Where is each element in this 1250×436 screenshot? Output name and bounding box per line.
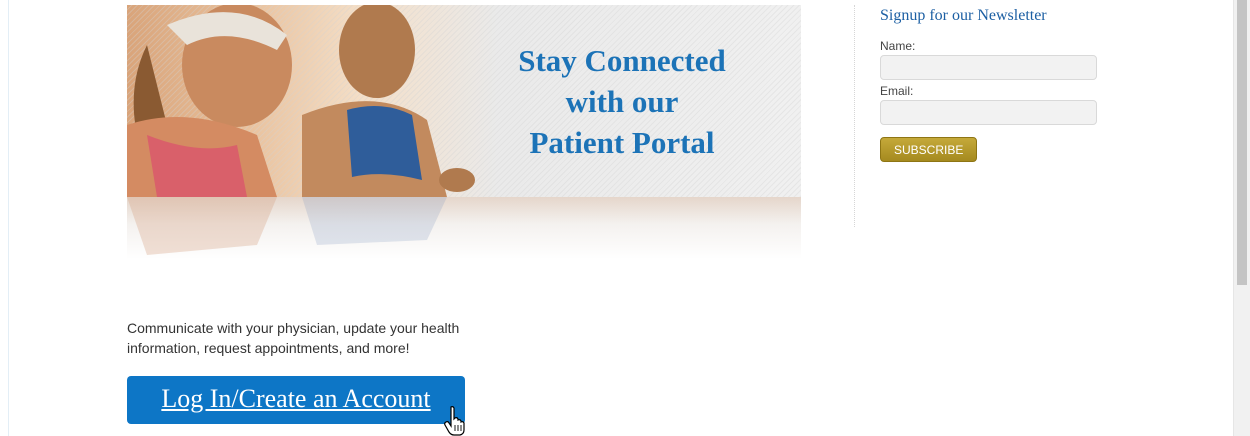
portal-description: Communicate with your physician, update … — [127, 320, 460, 356]
email-label: Email: — [880, 84, 914, 98]
banner-title-line: Patient Portal — [529, 125, 715, 160]
newsletter-heading: Signup for our Newsletter — [880, 7, 1047, 24]
scrollbar-thumb[interactable] — [1237, 0, 1247, 285]
banner-title: Stay Connected with our Patient Portal — [482, 40, 762, 163]
banner-title-line: with our — [565, 84, 679, 119]
vertical-scrollbar[interactable] — [1233, 0, 1250, 436]
page-edge — [8, 0, 9, 436]
login-button-label: Log In/Create an Account — [161, 384, 431, 413]
hand-pointer-icon — [444, 406, 465, 436]
column-divider — [854, 5, 855, 227]
name-field[interactable] — [880, 55, 1097, 80]
login-create-account-button[interactable]: Log In/Create an Account — [127, 376, 465, 424]
banner-title-line: Stay Connected — [518, 43, 726, 78]
email-field[interactable] — [880, 100, 1097, 125]
patient-portal-banner: Stay Connected with our Patient Portal — [127, 5, 801, 275]
newsletter-signup: Signup for our Newsletter Name: Email: S… — [880, 5, 1110, 162]
subscribe-button[interactable]: SUBSCRIBE — [880, 137, 978, 162]
name-label: Name: — [880, 39, 916, 53]
